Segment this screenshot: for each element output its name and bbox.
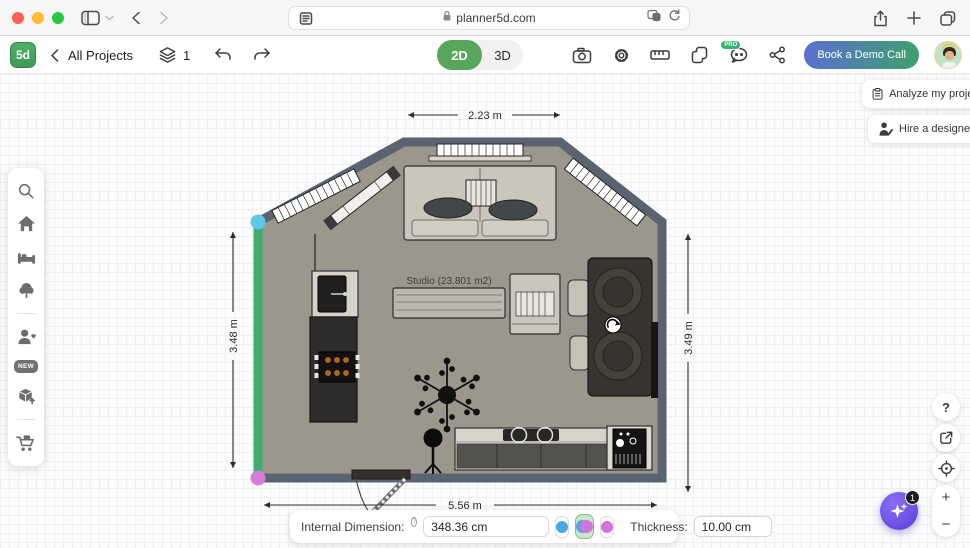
door[interactable] bbox=[352, 470, 410, 514]
chair-1[interactable] bbox=[568, 280, 589, 316]
magenta-dot bbox=[601, 521, 613, 533]
search-icon[interactable] bbox=[16, 181, 36, 201]
oven-unit[interactable] bbox=[607, 426, 652, 470]
share-project-icon[interactable] bbox=[765, 43, 789, 67]
layers-icon[interactable] bbox=[155, 43, 179, 67]
internal-dimension-label: Internal Dimension: bbox=[301, 520, 404, 534]
room-label: Studio (23.801 m2) bbox=[406, 276, 491, 287]
internal-dimension-input[interactable] bbox=[423, 516, 549, 537]
zoom-out-button[interactable]: − bbox=[942, 517, 951, 532]
user-avatar[interactable] bbox=[934, 41, 962, 69]
new-tab-icon[interactable] bbox=[902, 6, 926, 30]
corner-handle-bottom[interactable] bbox=[251, 471, 266, 486]
ai-notification-badge: 1 bbox=[905, 490, 920, 505]
close-window-button[interactable] bbox=[12, 12, 24, 24]
planner5d-app: planner5d.com 5 bbox=[0, 0, 970, 548]
book-demo-button[interactable]: Book a Demo Call bbox=[804, 41, 919, 69]
blue-dot bbox=[556, 521, 568, 533]
chevron-down-icon[interactable] bbox=[102, 6, 116, 30]
reload-icon[interactable] bbox=[668, 9, 681, 27]
settings-gear-icon[interactable] bbox=[609, 43, 633, 67]
assistant-chat-icon[interactable]: PRO bbox=[726, 43, 750, 67]
thickness-label: Thickness: bbox=[630, 520, 687, 534]
snapshot-camera-icon[interactable] bbox=[570, 43, 594, 67]
sofa-large[interactable] bbox=[404, 166, 556, 240]
hire-designer-button[interactable]: Hire a designer bbox=[868, 115, 970, 143]
sidebar-toggle-icon[interactable] bbox=[78, 6, 102, 30]
tools-panel: NEW bbox=[8, 168, 44, 466]
dimension-top: 2.23 m bbox=[468, 110, 502, 122]
wall-properties-bar: Internal Dimension: ? Thickness: bbox=[290, 510, 678, 543]
floor-plan[interactable]: Studio (23.801 m2) bbox=[0, 74, 970, 548]
plan-canvas[interactable]: Studio (23.801 m2) bbox=[0, 74, 970, 548]
recenter-button[interactable] bbox=[932, 454, 960, 482]
wall-radiator-right[interactable] bbox=[651, 322, 658, 398]
kitchen-counter-bottom[interactable] bbox=[455, 428, 618, 471]
browser-back-icon[interactable] bbox=[124, 6, 148, 30]
all-projects-link[interactable]: All Projects bbox=[68, 48, 133, 63]
wall-color-swatch-both[interactable] bbox=[575, 514, 594, 539]
export-button[interactable] bbox=[932, 424, 960, 452]
back-chevron-icon[interactable] bbox=[46, 43, 62, 67]
info-tooltip-icon[interactable]: ? bbox=[411, 517, 417, 527]
window-controls bbox=[12, 12, 64, 24]
sparkle-icon bbox=[888, 500, 910, 522]
pro-badge: PRO bbox=[720, 40, 741, 50]
plants-icon[interactable] bbox=[16, 280, 36, 300]
analyze-project-button[interactable]: Analyze my project bbox=[862, 80, 970, 108]
tools-divider bbox=[17, 313, 35, 314]
fullscreen-window-button[interactable] bbox=[52, 12, 64, 24]
help-glyph: ? bbox=[942, 400, 950, 415]
planner5d-logo[interactable]: 5d bbox=[10, 42, 36, 68]
dimension-left: 3.48 m bbox=[228, 319, 240, 353]
rotate-cursor-icon bbox=[605, 317, 621, 333]
help-button[interactable]: ? bbox=[932, 393, 960, 421]
sofa-bench[interactable] bbox=[393, 288, 505, 318]
tab-overview-icon[interactable] bbox=[936, 6, 960, 30]
minimize-window-button[interactable] bbox=[32, 12, 44, 24]
copy-project-icon[interactable] bbox=[687, 43, 711, 67]
new-items-badge[interactable]: NEW bbox=[14, 360, 38, 373]
import-model-icon[interactable] bbox=[16, 386, 36, 406]
wall-color-swatch-blue[interactable] bbox=[555, 516, 569, 538]
address-bar[interactable]: planner5d.com bbox=[288, 6, 690, 30]
armchair[interactable] bbox=[510, 274, 560, 334]
browser-chrome: planner5d.com bbox=[0, 0, 970, 36]
tools-divider bbox=[17, 419, 35, 420]
share-icon[interactable] bbox=[868, 6, 892, 30]
url-text: planner5d.com bbox=[456, 11, 535, 25]
ai-assistant-button[interactable]: 1 bbox=[880, 492, 918, 530]
undo-icon[interactable] bbox=[210, 43, 234, 67]
corner-handle-top[interactable] bbox=[251, 215, 266, 230]
home-icon[interactable] bbox=[16, 214, 36, 234]
view-mode-toggle: 2D 3D bbox=[437, 40, 523, 70]
dimension-right: 3.49 m bbox=[683, 321, 695, 355]
layers-count: 1 bbox=[183, 48, 190, 63]
ruler-icon[interactable] bbox=[648, 43, 672, 67]
window-top[interactable] bbox=[429, 144, 531, 161]
favorites-icon[interactable] bbox=[16, 327, 36, 347]
thickness-input[interactable] bbox=[694, 516, 772, 537]
zoom-controls: + − bbox=[932, 485, 960, 537]
extensions-icon[interactable] bbox=[647, 9, 662, 27]
mode-3d-button[interactable]: 3D bbox=[482, 48, 523, 63]
browser-forward-icon[interactable] bbox=[152, 6, 176, 30]
kitchen-counter-left[interactable] bbox=[310, 317, 360, 422]
blue-magenta-dots bbox=[576, 520, 593, 533]
wall-color-swatch-magenta[interactable] bbox=[600, 516, 614, 538]
app-toolbar: 5d All Projects 1 2D 3D bbox=[0, 36, 970, 74]
kitchen-sink-unit[interactable] bbox=[312, 271, 358, 317]
lock-icon bbox=[442, 9, 452, 27]
analyze-project-label: Analyze my project bbox=[889, 88, 970, 100]
redo-icon[interactable] bbox=[250, 43, 274, 67]
store-icon[interactable] bbox=[16, 433, 36, 453]
hire-designer-label: Hire a designer bbox=[899, 123, 970, 135]
mode-2d-button[interactable]: 2D bbox=[437, 40, 482, 70]
zoom-in-button[interactable]: + bbox=[942, 490, 951, 505]
reader-icon[interactable] bbox=[297, 6, 315, 30]
furniture-icon[interactable] bbox=[16, 247, 36, 267]
chair-2[interactable] bbox=[570, 336, 589, 370]
